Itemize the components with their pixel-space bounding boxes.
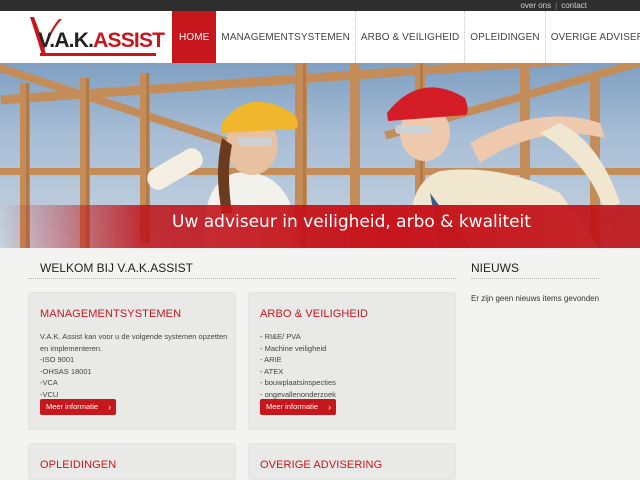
page-title: WELKOM BIJ V.A.K.ASSIST xyxy=(40,261,193,275)
list-item: - ARIE xyxy=(260,355,282,364)
more-info-label: Meer informatie xyxy=(46,402,99,411)
list-item: - Machine veiligheid xyxy=(260,343,327,353)
card-text-line: -OHSAS 18001 xyxy=(40,366,92,376)
card-overige-advisering: OVERIGE ADVISERING xyxy=(248,443,456,480)
card-title[interactable]: OPLEIDINGEN xyxy=(40,459,116,471)
nav-overige-advisering[interactable]: OVERIGE ADVISERING xyxy=(546,11,640,63)
news-title: NIEUWS xyxy=(471,261,519,275)
logo-underline xyxy=(40,53,156,56)
logo-text: V.A.K.ASSIST xyxy=(38,29,165,53)
more-info-button[interactable]: Meer informatie › xyxy=(40,399,117,415)
header: V.A.K.ASSIST HOME MANAGEMENTSYSTEMEN ARB… xyxy=(0,11,640,63)
list-item: - ATEX xyxy=(260,366,284,376)
card-body: V.A.K. Assist kan voor u de volgende sys… xyxy=(40,331,230,400)
card-arbo-veiligheid: ARBO & VEILIGHEID - RI&E/ PVA - Machine … xyxy=(248,292,456,430)
card-managementsystemen: MANAGEMENTSYSTEMEN V.A.K. Assist kan voo… xyxy=(28,292,236,430)
main-divider xyxy=(28,278,456,279)
link-over-ons[interactable]: over ons xyxy=(520,1,551,10)
card-opleidingen: OPLEIDINGEN xyxy=(28,443,236,480)
more-info-button[interactable]: Meer informatie › xyxy=(260,399,337,415)
top-links: over ons | contact xyxy=(520,1,587,10)
logo-text-red: ASSIST xyxy=(93,29,165,52)
news-divider xyxy=(471,278,599,279)
logo-text-dark: V.A.K. xyxy=(38,29,94,52)
card-title[interactable]: OVERIGE ADVISERING xyxy=(260,459,382,471)
card-list: - RI&E/ PVA - Machine veiligheid - ARIE … xyxy=(260,331,450,400)
card-text-line: -ISO 9001 xyxy=(40,355,75,364)
main-nav: HOME MANAGEMENTSYSTEMEN ARBO & VEILIGHEI… xyxy=(172,11,640,63)
news-empty-text: Er zijn geen nieuws items gevonden xyxy=(471,294,600,303)
nav-arbo-veiligheid[interactable]: ARBO & VEILIGHEID xyxy=(356,11,466,63)
top-links-separator: | xyxy=(555,1,558,10)
chevron-right-icon: › xyxy=(328,402,332,412)
card-title[interactable]: MANAGEMENTSYSTEMEN xyxy=(40,308,181,320)
more-info-label: Meer informatie xyxy=(266,402,319,411)
logo[interactable]: V.A.K.ASSIST xyxy=(28,15,165,59)
nav-home[interactable]: HOME xyxy=(172,11,217,63)
card-title[interactable]: ARBO & VEILIGHEID xyxy=(260,308,368,320)
card-text-line: V.A.K. Assist kan voor u de volgende sys… xyxy=(40,332,228,353)
nav-opleidingen[interactable]: OPLEIDINGEN xyxy=(465,11,546,63)
hero-slogan: Uw adviseur in veiligheid, arbo & kwalit… xyxy=(172,212,531,232)
chevron-right-icon: › xyxy=(108,402,112,412)
top-bar: over ons | contact xyxy=(0,0,640,11)
card-text-line: -VCA xyxy=(40,378,58,387)
list-item: - RI&E/ PVA xyxy=(260,332,301,341)
link-contact[interactable]: contact xyxy=(561,1,587,10)
list-item: - bouwplaatsinspecties xyxy=(260,378,336,387)
nav-managementsystemen[interactable]: MANAGEMENTSYSTEMEN xyxy=(216,11,356,63)
